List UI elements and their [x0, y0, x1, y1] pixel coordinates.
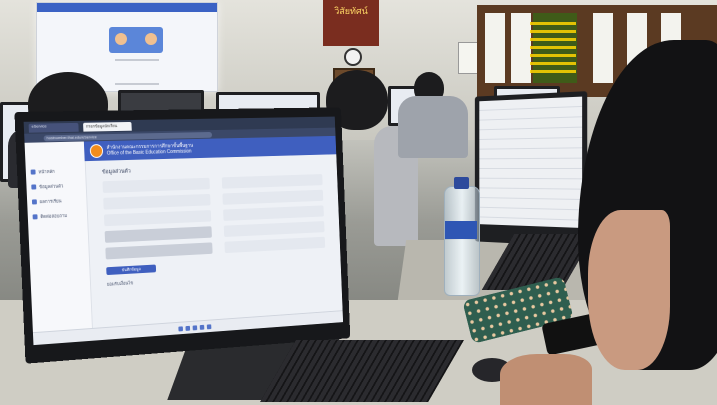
keyboard-front — [260, 340, 464, 402]
form-content: ข้อมูลส่วนตัว บันทึกข้อมูล ยอมรับเงื่อนไ… — [85, 154, 343, 327]
folder-icon[interactable] — [199, 324, 204, 330]
student-shirt-right — [398, 96, 468, 158]
browser-tab-active[interactable]: กรอกข้อมูลนักเรียน — [83, 121, 132, 132]
app-icon[interactable] — [206, 323, 211, 329]
form-field[interactable] — [104, 226, 212, 243]
form-field[interactable] — [105, 242, 213, 260]
form-field[interactable] — [103, 210, 212, 227]
save-button[interactable]: บันทึกข้อมูล — [106, 264, 157, 276]
obec-logo-icon — [89, 144, 104, 159]
form-field[interactable] — [103, 193, 211, 210]
foreground-student-hand — [500, 354, 592, 405]
window-sign — [530, 22, 576, 78]
foreground-student-face — [588, 210, 670, 370]
form-field[interactable] — [223, 205, 324, 221]
chat-icon — [32, 214, 38, 220]
main-monitor: eService กรอกข้อมูลนักเรียน hostnumber.t… — [14, 107, 351, 364]
browser-icon[interactable] — [192, 324, 197, 330]
start-icon[interactable] — [177, 325, 183, 332]
home-icon — [30, 169, 36, 175]
browser-tab[interactable]: eService — [28, 122, 79, 133]
sidebar-item-contact[interactable]: ติดต่อสอบถาม — [28, 207, 88, 224]
main-screen: eService กรอกข้อมูลนักเรียน hostnumber.t… — [23, 116, 344, 346]
form-field[interactable] — [221, 174, 323, 189]
computer-lab-scene: วิสัยทัศน์ eService กรอกข้อมูลนักเรียน h… — [0, 0, 717, 405]
wall-clock — [344, 48, 362, 66]
projected-card — [109, 27, 163, 53]
form-field[interactable] — [223, 221, 325, 238]
form-field[interactable] — [102, 177, 210, 193]
form-field[interactable] — [224, 236, 326, 254]
right-monitor — [474, 91, 588, 247]
user-icon — [31, 184, 37, 190]
document-icon — [31, 199, 37, 205]
form-field[interactable] — [222, 189, 324, 205]
search-icon[interactable] — [185, 325, 190, 331]
app-sidebar: หน้าหลัก ข้อมูลส่วนตัว ผลการเรียน ติดต่อ… — [24, 141, 94, 346]
water-bottle — [444, 177, 480, 296]
notice-board: วิสัยทัศน์ — [323, 0, 379, 46]
app-subtitle: Office of the Basic Education Commission — [106, 148, 192, 157]
